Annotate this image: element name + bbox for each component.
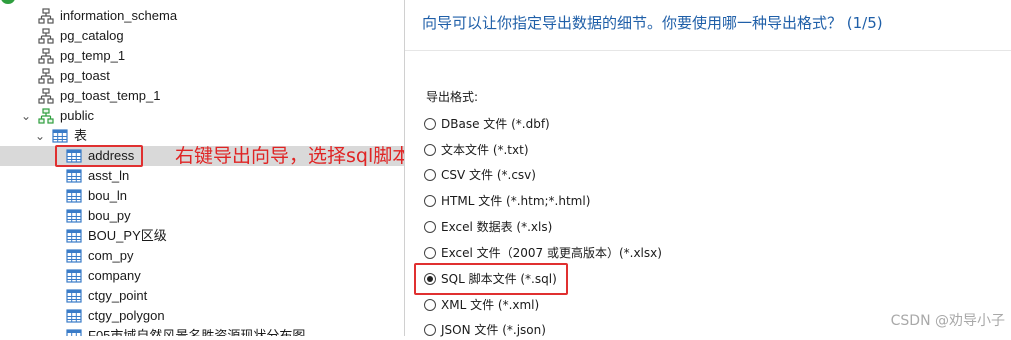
option-label: 文本文件 (*.txt) xyxy=(441,143,529,157)
tree-item-com-py[interactable]: com_py xyxy=(0,246,405,266)
schema-icon xyxy=(38,28,54,44)
tree-item-label: ctgy_point xyxy=(88,288,148,303)
table-icon xyxy=(66,329,82,336)
radio-icon[interactable] xyxy=(424,118,436,130)
tree-item-label: public xyxy=(60,108,94,123)
tree-item-label: pg_toast_temp_1 xyxy=(60,88,161,103)
tree-item-pg-temp-1[interactable]: pg_temp_1 xyxy=(0,46,405,66)
radio-icon[interactable] xyxy=(424,144,436,156)
tree-item-label: information_schema xyxy=(60,8,178,23)
option-label: Excel 数据表 (*.xls) xyxy=(441,220,553,234)
tree-item-label: 表 xyxy=(74,128,88,143)
table-icon xyxy=(66,229,82,243)
radio-icon[interactable] xyxy=(424,169,436,181)
option-label: CSV 文件 (*.csv) xyxy=(441,168,536,182)
option-label: DBase 文件 (*.dbf) xyxy=(441,117,550,131)
radio-icon[interactable] xyxy=(424,324,436,336)
tree-item-label: pg_catalog xyxy=(60,28,124,43)
watermark: CSDN @劝导小子 xyxy=(890,313,1005,329)
schema-icon xyxy=(38,48,54,64)
object-tree-panel: information_schema pg_catalog pg_temp_1 … xyxy=(0,0,405,336)
tree-item-pg-catalog[interactable]: pg_catalog xyxy=(0,26,405,46)
option-label: HTML 文件 (*.htm;*.html) xyxy=(441,194,591,208)
table-icon xyxy=(66,209,82,223)
chevron-down-icon[interactable]: ⌄ xyxy=(20,108,32,124)
table-icon xyxy=(66,289,82,303)
tree-item-label: bou_ln xyxy=(88,188,128,203)
wizard-instruction: 向导可以让你指定导出数据的细节。你要使用哪一种导出格式？ (1/5) xyxy=(422,14,883,32)
tree-item-bou-py[interactable]: bou_py xyxy=(0,206,405,226)
tree-item-bou-py-district[interactable]: BOU_PY区级 xyxy=(0,226,405,246)
tree-item-label: pg_toast xyxy=(60,68,110,83)
option-label: XML 文件 (*.xml) xyxy=(441,298,540,312)
tree-item-public[interactable]: ⌄ public xyxy=(0,106,405,126)
tree-item-ctgy-polygon[interactable]: ctgy_polygon xyxy=(0,306,405,326)
table-icon xyxy=(66,249,82,263)
radio-icon[interactable] xyxy=(424,195,436,207)
table-icon xyxy=(52,129,68,143)
table-icon xyxy=(66,169,82,183)
tree-item-company[interactable]: company xyxy=(0,266,405,286)
radio-icon[interactable] xyxy=(424,299,436,311)
option-label: Excel 文件（2007 或更高版本）(*.xlsx) xyxy=(441,246,662,260)
tree-item-ctgy-point[interactable]: ctgy_point xyxy=(0,286,405,306)
header-separator xyxy=(405,50,1011,51)
tree-item-f05[interactable]: F05市域自然风景名胜资源现状分布图 xyxy=(0,326,405,336)
radio-icon[interactable] xyxy=(424,247,436,259)
tree-item-label: company xyxy=(88,268,141,283)
tree-item-label: ctgy_polygon xyxy=(88,308,165,323)
tree-item-label: F05市域自然风景名胜资源现状分布图 xyxy=(88,328,306,336)
schema-icon xyxy=(38,88,54,104)
address-highlight-box xyxy=(55,145,143,167)
schema-icon xyxy=(38,68,54,84)
tree-item-pg-toast[interactable]: pg_toast xyxy=(0,66,405,86)
schema-icon xyxy=(38,108,54,124)
tree-item-information-schema[interactable]: information_schema xyxy=(0,6,405,26)
table-icon xyxy=(66,269,82,283)
table-icon xyxy=(66,189,82,203)
tree-item-asst-ln[interactable]: asst_ln xyxy=(0,166,405,186)
tree-item-pg-toast-temp-1[interactable]: pg_toast_temp_1 xyxy=(0,86,405,106)
radio-icon[interactable] xyxy=(424,221,436,233)
tree-item-label: pg_temp_1 xyxy=(60,48,126,63)
tree-item-tables[interactable]: ⌄ 表 xyxy=(0,126,405,146)
sql-option-highlight-box xyxy=(414,263,568,295)
tree-item-bou-ln[interactable]: bou_ln xyxy=(0,186,405,206)
annotation-text: 右键导出向导，选择sql脚本 xyxy=(175,145,405,167)
table-icon xyxy=(66,309,82,323)
tree-item-label: asst_ln xyxy=(88,168,130,183)
chevron-down-icon[interactable]: ⌄ xyxy=(34,128,46,144)
schema-icon xyxy=(38,8,54,24)
tree-item-label: bou_py xyxy=(88,208,131,223)
export-format-title: 导出格式: xyxy=(426,90,479,104)
tree-item-label: BOU_PY区级 xyxy=(88,228,167,243)
tree-item-label: com_py xyxy=(88,248,134,263)
